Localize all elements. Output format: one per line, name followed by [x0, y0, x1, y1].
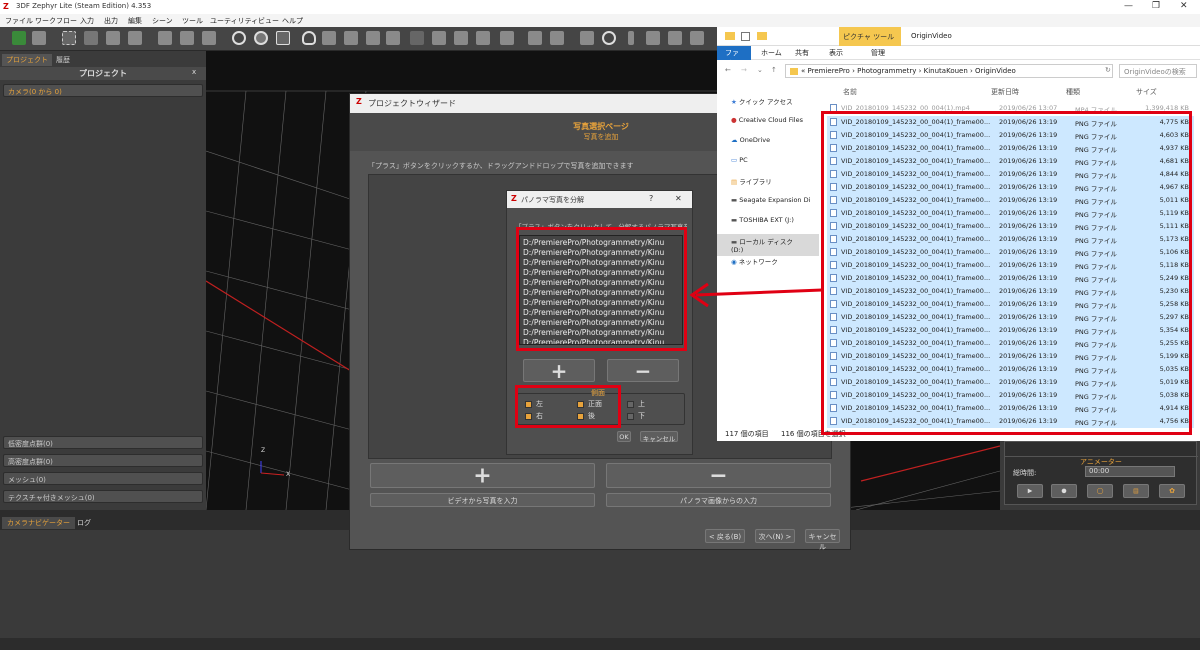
triangle-icon[interactable]	[344, 31, 358, 45]
sparse-cloud-bar[interactable]: 低密度点群(0)	[3, 436, 203, 449]
menu-utility[interactable]: ユーティリティ	[210, 16, 258, 26]
app-title: 3DF Zephyr Lite (Steam Edition) 4.353	[16, 2, 152, 10]
wizard-instruction: 「プラス」ボタンをクリックするか、ドラッグアンドドロップで写真を追加できます	[368, 162, 634, 170]
tab-project[interactable]: プロジェクト	[2, 54, 52, 66]
mesh-select-icon[interactable]	[180, 31, 194, 45]
side-up-checkbox[interactable]: 上	[627, 399, 645, 409]
menu-file[interactable]: ファイル	[5, 16, 33, 26]
panel-header: プロジェクト	[0, 67, 206, 80]
app-title-bar: Z 3DF Zephyr Lite (Steam Edition) 4.353 …	[0, 0, 1200, 14]
pano-remove-button[interactable]: −	[607, 359, 679, 383]
triangle-alt-icon[interactable]	[366, 31, 380, 45]
pin-icon[interactable]	[628, 31, 634, 45]
square-icon[interactable]	[500, 31, 514, 45]
highlight-png-files	[821, 111, 1192, 435]
play-button[interactable]: ▶	[1017, 484, 1043, 498]
wizard-cancel-button[interactable]: キャンセル	[805, 529, 840, 551]
axis-z-label: Z	[261, 447, 266, 454]
next-button[interactable]: 次へ(N) >	[755, 529, 795, 543]
redo-icon[interactable]	[550, 31, 564, 45]
animator-panel: アニメーター 総時間: 00:00 ▶ ● ◯ ▤ ✿	[1004, 441, 1198, 505]
solid-cube-icon[interactable]	[454, 31, 468, 45]
select-points-icon[interactable]	[84, 31, 98, 45]
pano-title: パノラマ写真を分解	[521, 196, 584, 204]
video-input-button[interactable]: ビデオから写真を入力	[370, 493, 595, 507]
axis-x-label: X	[286, 471, 291, 478]
plane-edit-icon[interactable]	[690, 31, 704, 45]
add-video-plus-button[interactable]: +	[370, 463, 595, 488]
tab-camera-navigator[interactable]: カメラナビゲーター	[2, 517, 75, 529]
pano-input-button[interactable]: パノラマ画像からの入力	[606, 493, 831, 507]
record-button[interactable]: ●	[1051, 484, 1077, 498]
wizard-title: プロジェクトウィザード	[368, 99, 456, 108]
mesh-bar[interactable]: メッシュ(0)	[3, 472, 203, 485]
pano-close-icon[interactable]: ✕	[675, 194, 682, 203]
highlight-sides	[515, 385, 621, 428]
panel-close-icon[interactable]: x	[192, 68, 196, 76]
wizard-logo-icon: Z	[356, 97, 362, 106]
menu-scene[interactable]: シーン	[152, 16, 173, 26]
point-cloud-alt-icon[interactable]	[432, 31, 446, 45]
project-panel: プロジェクト 履歴 プロジェクト x カメラ(0 から 0) 低密度点群(0) …	[0, 51, 206, 510]
light-icon[interactable]	[302, 31, 316, 45]
side-down-checkbox[interactable]: 下	[627, 411, 645, 421]
open-project-icon[interactable]	[32, 31, 46, 45]
side-down-check-icon	[627, 412, 634, 420]
add-pano-minus-button[interactable]: −	[606, 463, 831, 488]
menu-view[interactable]: ビュー	[258, 16, 279, 26]
point-cloud-icon[interactable]	[410, 31, 424, 45]
dense-cloud-bar[interactable]: 高密度点群(0)	[3, 454, 203, 467]
drag-arrow	[689, 282, 823, 308]
rotate-icon[interactable]	[254, 31, 268, 45]
back-button[interactable]: < 戻る(B)	[705, 529, 745, 543]
mesh-icon[interactable]	[158, 31, 172, 45]
close-button[interactable]: ✕	[1180, 1, 1188, 11]
highlight-file-list	[516, 227, 687, 351]
menu-output[interactable]: 出力	[104, 16, 118, 26]
camera-group-bar[interactable]: カメラ(0 から 0)	[3, 84, 203, 97]
menu-workflow[interactable]: ワークフロー	[35, 16, 77, 26]
pan-icon[interactable]	[276, 31, 290, 45]
menu-bar: ファイル ワークフロー 入力 出力 編集 シーン ツール ユーティリティ ビュー…	[0, 14, 1200, 27]
settings-button[interactable]: ✿	[1159, 484, 1185, 498]
new-project-icon[interactable]	[12, 31, 26, 45]
minimize-button[interactable]: —	[1124, 1, 1133, 11]
orbit-icon[interactable]	[232, 31, 246, 45]
pano-cancel-button[interactable]: キャンセル	[640, 431, 678, 443]
total-time-field[interactable]: 00:00	[1085, 466, 1175, 477]
cube-select-icon[interactable]	[128, 31, 142, 45]
pano-logo-icon: Z	[511, 194, 517, 203]
total-time-label: 総時間:	[1013, 469, 1037, 477]
maximize-button[interactable]: ❐	[1152, 1, 1160, 11]
camera-icon[interactable]	[202, 31, 216, 45]
points-icon[interactable]	[322, 31, 336, 45]
textured-cube-icon[interactable]	[476, 31, 490, 45]
status-item-count: 117 個の項目	[725, 430, 769, 438]
menu-tools[interactable]: ツール	[182, 16, 203, 26]
plane-alt-icon[interactable]	[668, 31, 682, 45]
brush-icon[interactable]	[386, 31, 400, 45]
tab-log[interactable]: ログ	[72, 517, 96, 529]
side-down-label: 下	[638, 412, 645, 420]
refresh-icon[interactable]	[602, 31, 616, 45]
side-up-label: 上	[638, 400, 645, 408]
menu-help[interactable]: ヘルプ	[282, 16, 303, 26]
app-logo-icon: Z	[3, 2, 9, 11]
tab-history[interactable]: 履歴	[52, 54, 74, 66]
textured-mesh-bar[interactable]: テクスチャ付きメッシュ(0)	[3, 490, 203, 503]
undo-icon[interactable]	[528, 31, 542, 45]
pano-help-icon[interactable]: ?	[649, 194, 653, 203]
keyframe-button[interactable]: ▤	[1123, 484, 1149, 498]
menu-input[interactable]: 入力	[80, 16, 94, 26]
node-icon[interactable]	[580, 31, 594, 45]
pano-ok-button[interactable]: OK	[617, 431, 631, 442]
plane-icon[interactable]	[646, 31, 660, 45]
menu-edit[interactable]: 編集	[128, 16, 142, 26]
select-rect-icon[interactable]	[62, 31, 76, 45]
side-up-check-icon	[627, 400, 634, 408]
pano-title-bar: Z パノラマ写真を分解 ? ✕	[507, 191, 692, 208]
pano-add-button[interactable]: +	[523, 359, 595, 383]
loop-button[interactable]: ◯	[1087, 484, 1113, 498]
cube-icon[interactable]	[106, 31, 120, 45]
